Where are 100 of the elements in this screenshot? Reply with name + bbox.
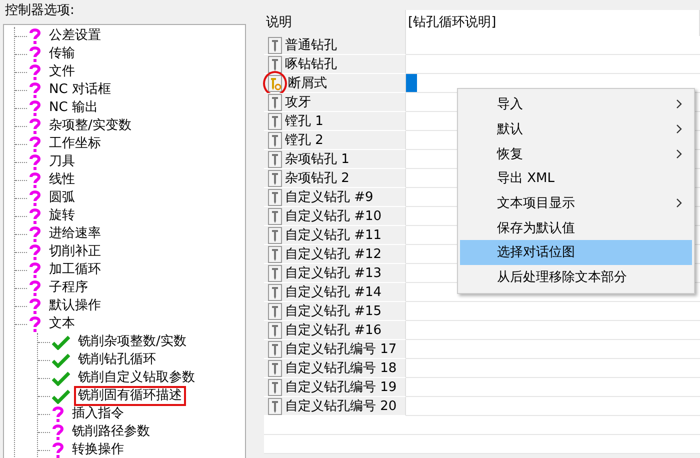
tree-item[interactable]: 公差设置 bbox=[45, 26, 105, 46]
menu-item[interactable]: 从后处理移除文本部分 bbox=[460, 264, 692, 290]
tree-item[interactable]: NC 对话框 bbox=[45, 80, 115, 100]
question-mark-icon bbox=[52, 424, 64, 440]
table-cell[interactable]: 自定义钻孔 #9 bbox=[264, 188, 406, 207]
table-cell[interactable]: 自定义钻孔编号 20 bbox=[264, 397, 406, 416]
cycle-name: 自定义钻孔 #14 bbox=[285, 284, 382, 301]
table-cell[interactable] bbox=[406, 435, 700, 454]
drill-bit-icon bbox=[268, 170, 282, 186]
tree-item[interactable]: 铣削杂项整数/实数 bbox=[74, 332, 190, 352]
question-mark-icon bbox=[29, 316, 41, 332]
menu-item[interactable]: 默认 bbox=[460, 116, 692, 142]
question-mark-icon bbox=[29, 262, 41, 278]
table-cell[interactable]: 镗孔 1 bbox=[264, 112, 406, 131]
table-cell[interactable] bbox=[406, 321, 700, 340]
table-cell[interactable] bbox=[406, 55, 700, 74]
table-cell[interactable]: 断屑式 bbox=[264, 74, 406, 93]
table-cell[interactable] bbox=[406, 416, 700, 435]
menu-item[interactable]: 导出 XML bbox=[460, 166, 692, 191]
table-cell[interactable]: 自定义钻孔编号 17 bbox=[264, 340, 406, 359]
tree-item[interactable]: 切削补正 bbox=[45, 242, 105, 262]
question-mark-icon bbox=[29, 298, 41, 314]
table-cell[interactable] bbox=[406, 359, 700, 378]
checkmark-icon bbox=[52, 334, 70, 350]
table-cell[interactable] bbox=[406, 36, 700, 55]
tree-item[interactable]: 旋转 bbox=[45, 206, 79, 226]
table-cell[interactable]: 自定义钻孔 #16 bbox=[264, 321, 406, 340]
menu-item[interactable]: 文本项目显示 bbox=[460, 190, 692, 216]
menu-item[interactable]: 保存为默认值 bbox=[460, 215, 692, 240]
question-mark-icon bbox=[29, 136, 41, 152]
cycle-name: 自定义钻孔 #10 bbox=[285, 208, 382, 225]
question-mark-icon bbox=[29, 280, 41, 296]
drill-bit-icon bbox=[268, 208, 282, 224]
drill-bit-icon bbox=[268, 360, 282, 376]
tree-item[interactable]: 刀具 bbox=[45, 152, 79, 172]
question-mark-icon bbox=[29, 28, 41, 44]
column-header[interactable]: [钻孔循环说明] bbox=[406, 10, 700, 36]
drill-bit-icon bbox=[268, 112, 282, 130]
table-cell[interactable] bbox=[264, 416, 406, 435]
table-cell[interactable] bbox=[406, 302, 700, 321]
tree-item[interactable]: 子程序 bbox=[45, 278, 92, 298]
tree-item[interactable]: 进给速率 bbox=[45, 224, 105, 244]
tree-item[interactable]: 杂项整/实变数 bbox=[45, 116, 136, 136]
table-cell[interactable] bbox=[406, 397, 700, 416]
drill-bit-icon bbox=[268, 378, 282, 396]
table-cell[interactable] bbox=[406, 340, 700, 359]
table-cell[interactable]: 自定义钻孔 #13 bbox=[264, 264, 406, 283]
checkmark-icon bbox=[52, 370, 70, 386]
drill-bit-icon bbox=[268, 264, 282, 282]
table-cell[interactable]: 自定义钻孔 #14 bbox=[264, 283, 406, 302]
cycle-name: 自定义钻孔 #16 bbox=[285, 322, 382, 339]
tree-item[interactable]: 转换操作 bbox=[68, 440, 128, 458]
cycle-name: 杂项钻孔 1 bbox=[285, 151, 350, 168]
menu-item[interactable]: 导入 bbox=[460, 92, 692, 117]
column-header[interactable]: 说明 bbox=[264, 10, 406, 36]
table-cell[interactable]: 杂项钻孔 2 bbox=[264, 169, 406, 188]
question-mark-icon bbox=[29, 190, 41, 206]
tree-item[interactable]: 工作坐标 bbox=[45, 134, 105, 154]
table-cell[interactable]: 普通钻孔 bbox=[264, 36, 406, 55]
table-cell[interactable]: 攻牙 bbox=[264, 93, 406, 112]
table-cell[interactable]: 自定义钻孔 #15 bbox=[264, 302, 406, 321]
table-cell[interactable]: 自定义钻孔编号 18 bbox=[264, 359, 406, 378]
table-cell[interactable]: 自定义钻孔 #10 bbox=[264, 207, 406, 226]
drill-bit-icon bbox=[268, 398, 282, 414]
tree-item[interactable]: 插入指令 bbox=[68, 404, 128, 424]
tree-item[interactable]: 文本 bbox=[45, 314, 79, 334]
drill-bit-icon bbox=[268, 226, 282, 244]
tree-item[interactable]: 文件 bbox=[45, 62, 79, 82]
tree-item[interactable]: 铣削路径参数 bbox=[68, 422, 154, 442]
table-cell[interactable]: 自定义钻孔 #11 bbox=[264, 226, 406, 245]
menu-item[interactable]: 选择对话位图 bbox=[460, 240, 692, 265]
drill-bit-icon bbox=[268, 284, 282, 300]
tree-item[interactable]: 传输 bbox=[45, 44, 79, 64]
table-cell[interactable]: 啄钻钻孔 bbox=[264, 55, 406, 74]
question-mark-icon bbox=[29, 64, 41, 80]
table-cell[interactable]: 自定义钻孔 #12 bbox=[264, 245, 406, 264]
menu-item[interactable]: 恢复 bbox=[460, 141, 692, 166]
tree-item[interactable]: 铣削固有循环描述 bbox=[74, 386, 186, 406]
table-cell[interactable]: 杂项钻孔 1 bbox=[264, 150, 406, 169]
cycle-name: 自定义钻孔编号 18 bbox=[285, 360, 397, 377]
drill-bit-icon bbox=[268, 36, 282, 54]
table-cell[interactable] bbox=[264, 435, 406, 454]
question-mark-icon bbox=[29, 82, 41, 98]
table-cell[interactable]: 镗孔 2 bbox=[264, 131, 406, 150]
tree-item[interactable]: 圆弧 bbox=[45, 188, 79, 208]
tree-item[interactable]: 铣削钻孔循环 bbox=[74, 350, 160, 370]
table-cell[interactable]: 自定义钻孔编号 19 bbox=[264, 378, 406, 397]
tree-item[interactable]: 线性 bbox=[45, 170, 79, 190]
tree-item[interactable]: 加工循环 bbox=[45, 260, 105, 280]
cycle-name: 啄钻钻孔 bbox=[285, 56, 337, 73]
tree-item[interactable]: 默认操作 bbox=[45, 296, 105, 316]
cycle-name: 攻牙 bbox=[285, 94, 311, 111]
cycle-name: 自定义钻孔编号 17 bbox=[285, 341, 397, 358]
table-cell[interactable] bbox=[406, 378, 700, 397]
question-mark-icon bbox=[29, 118, 41, 134]
tree-item[interactable]: NC 输出 bbox=[45, 98, 102, 118]
drill-bit-icon bbox=[268, 302, 282, 320]
checkmark-icon bbox=[52, 352, 70, 368]
drill-bit-icon bbox=[268, 246, 282, 262]
tree-item[interactable]: 铣削自定义钻取参数 bbox=[74, 368, 199, 388]
